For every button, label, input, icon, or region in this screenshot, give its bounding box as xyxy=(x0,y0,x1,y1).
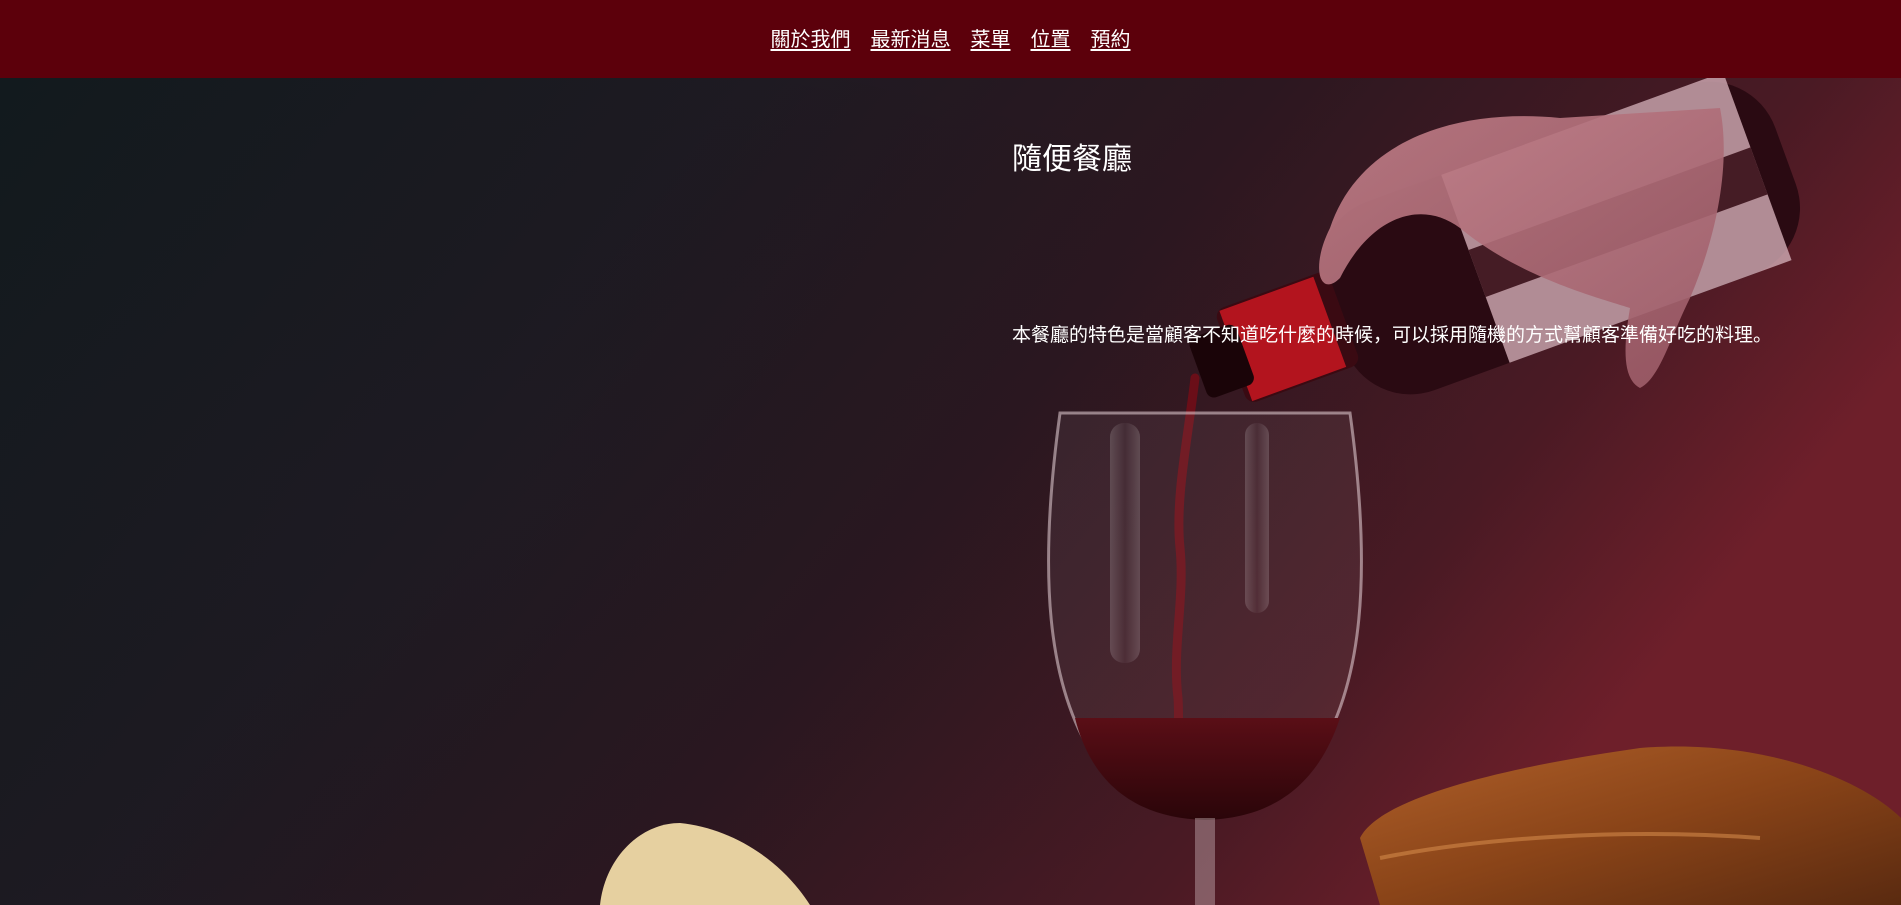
hero-section: 隨便餐廳 本餐廳的特色是當顧客不知道吃什麼的時候，可以採用隨機的方式幫顧客準備好… xyxy=(0,78,1901,905)
hero-description: 本餐廳的特色是當顧客不知道吃什麼的時候，可以採用隨機的方式幫顧客準備好吃的料理。 xyxy=(1012,324,1773,346)
page: 關於我們 最新消息 菜單 位置 預約 隨便餐廳 本餐廳的特色是當顧客不知道吃什麼… xyxy=(0,0,1901,905)
hero-title: 隨便餐廳 xyxy=(1012,142,1132,177)
hero-background-image xyxy=(0,78,1901,905)
nav-link-news[interactable]: 最新消息 xyxy=(871,29,951,49)
nav-link-menu[interactable]: 菜單 xyxy=(971,29,1011,49)
nav-link-location[interactable]: 位置 xyxy=(1031,29,1071,49)
nav-link-reservation[interactable]: 預約 xyxy=(1091,29,1131,49)
nav-link-about[interactable]: 關於我們 xyxy=(771,29,851,49)
top-navbar: 關於我們 最新消息 菜單 位置 預約 xyxy=(0,0,1901,78)
